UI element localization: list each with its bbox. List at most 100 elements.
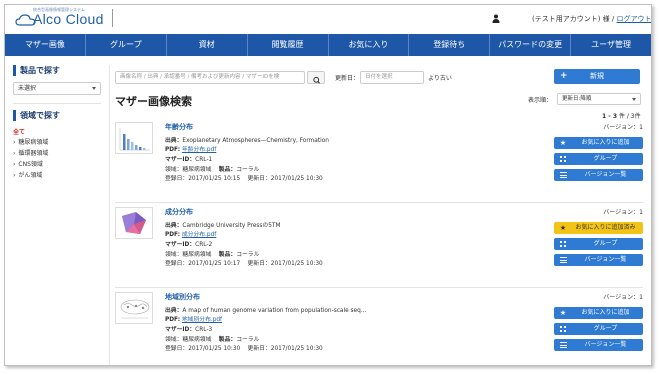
nav-materials[interactable]: 資材 (167, 34, 248, 56)
logout-link[interactable]: ログアウト (617, 15, 651, 23)
product-label: 製品： (218, 337, 237, 343)
list-icon (559, 254, 567, 266)
favorite-added-button[interactable]: ★ お気に入りに追加済み (554, 222, 643, 234)
pdf-link[interactable]: 地域別分布.pdf (182, 317, 222, 323)
add-favorite-button[interactable]: ★ お気に入りに追加 (554, 307, 643, 319)
thumbnail-image[interactable] (115, 207, 153, 239)
nav-mother-images[interactable]: マザー画像 (5, 34, 86, 56)
nav-favorites[interactable]: お気に入り (329, 34, 410, 56)
add-favorite-button[interactable]: ★ お気に入りに追加 (554, 137, 643, 149)
mother-id-label: マザーID： (165, 242, 196, 248)
item-mother-id: マザーID：CRL-2 (165, 241, 212, 250)
field-link-diabetes[interactable]: › 糖尿病領域 (13, 137, 105, 148)
item-dates: 登録日：2017/01/25 10:30 更新日：2017/01/25 10:3… (165, 345, 323, 354)
thumbnail-image[interactable] (115, 292, 153, 324)
version-value: 1 (639, 294, 643, 301)
pdf-label: PDF: (165, 147, 181, 153)
group-button[interactable]: グループ (554, 153, 643, 165)
item-source: 出典：A map of human genome variation from … (165, 307, 367, 316)
pdf-label: PDF: (165, 317, 181, 323)
item-version: バージョン：1 (579, 122, 643, 131)
version-list-button[interactable]: バージョン一覧 (554, 169, 643, 181)
registered-value: 2017/01/25 10:15 (188, 176, 241, 182)
version-value: 1 (639, 124, 643, 131)
field-label: 領域： (165, 167, 183, 173)
3d-surface-thumbnail (116, 208, 152, 238)
item-title-link[interactable]: 成分分布 (165, 207, 193, 217)
nav-history[interactable]: 閲覧履歴 (248, 34, 329, 56)
list-item: 成分分布 出典：Cambridge University Pressの5TM P… (115, 207, 643, 283)
field-value: 糖尿病領域 (182, 167, 212, 173)
item-title-link[interactable]: 地域別分布 (165, 292, 200, 302)
chevron-right-icon: › (13, 172, 16, 179)
item-mother-id: マザーID：CRL-1 (165, 156, 212, 165)
nav-groups[interactable]: グループ (86, 34, 167, 56)
mother-id-value: CRL-2 (195, 242, 213, 248)
sidebar: 製品で探す 未選択 領域で探す 全て › 糖尿病領域 › 循環器領域 › CNS領域 … (13, 65, 105, 365)
field-all-link[interactable]: 全て (13, 128, 105, 137)
user-name: (テスト用アカウント) 様 / (532, 15, 615, 23)
thumbnail-image[interactable] (115, 122, 153, 154)
product-label: 製品： (218, 252, 237, 258)
chevron-down-icon (92, 87, 96, 90)
sort-label: 表示順： (528, 97, 553, 104)
item-mother-id: マザーID：CRL-3 (165, 326, 212, 335)
item-field-product: 領域：糖尿病領域 製品：コーラル (165, 166, 259, 175)
item-pdf: PDF: 成分分布.pdf (165, 231, 216, 240)
item-title-link[interactable]: 年齢分布 (165, 122, 193, 132)
nav-pending[interactable]: 登録待ち (409, 34, 491, 56)
page-title: マザー画像検索 (115, 95, 192, 108)
item-pdf: PDF: 年齢分布.pdf (165, 146, 216, 155)
product-select[interactable]: 未選択 (13, 82, 101, 95)
user-icon (492, 14, 500, 23)
item-source: 出典：Exoplanetary Atmospheres—Chemistry, F… (165, 137, 329, 146)
search-icon (313, 76, 320, 84)
date-filter-suffix: より古い (428, 75, 452, 82)
mother-id-label: マザーID： (165, 157, 196, 163)
bar-chart-thumbnail (116, 123, 152, 153)
versions-label: バージョン一覧 (584, 341, 627, 348)
updated-value: 2017/01/25 10:30 (270, 346, 323, 352)
pdf-link[interactable]: 年齢分布.pdf (182, 147, 216, 153)
grid-icon (559, 238, 567, 250)
main-nav: マザー画像 グループ 資材 閲覧履歴 お気に入り 登録待ち パスワードの変更 ユ… (5, 34, 651, 56)
result-total: 件 / 3件 (618, 113, 641, 120)
group-button[interactable]: グループ (554, 238, 643, 250)
field-link-cardio[interactable]: › 循環器領域 (13, 148, 105, 159)
field-label: 糖尿病領域 (18, 139, 49, 146)
sort-select[interactable]: 更新日:降順 (557, 93, 641, 105)
search-button[interactable] (307, 71, 325, 84)
date-input[interactable]: 日付を選択 (360, 71, 424, 84)
product-select-value: 未選択 (18, 85, 37, 92)
chevron-right-icon: › (13, 150, 16, 157)
version-list-button[interactable]: バージョン一覧 (554, 254, 643, 266)
result-count: 1 - 3 件 / 3件 (602, 111, 641, 120)
field-link-cns[interactable]: › CNS領域 (13, 159, 105, 170)
item-dates: 登録日：2017/01/25 10:15 更新日：2017/01/25 10:3… (165, 175, 323, 184)
nav-password-change[interactable]: パスワードの変更 (490, 34, 572, 56)
mother-id-label: マザーID： (165, 327, 196, 333)
item-field-product: 領域：糖尿病領域 製品：コーラル (165, 251, 259, 260)
nav-user-management[interactable]: ユーザ管理 (571, 34, 651, 56)
pdf-link[interactable]: 成分分布.pdf (182, 232, 216, 238)
version-list-button[interactable]: バージョン一覧 (554, 339, 643, 351)
chevron-down-icon (632, 98, 636, 101)
source-value: Exoplanetary Atmospheres—Chemistry, Form… (182, 138, 329, 144)
list-icon (559, 169, 567, 181)
field-value: 糖尿病領域 (182, 252, 212, 258)
product-value: コーラル (236, 167, 260, 173)
search-input[interactable]: 画像名称 / 出典 / 承認番号 / 備考および更新内容 / マザーIDを検 (115, 71, 305, 84)
item-dates: 登録日：2017/01/25 10:17 更新日：2017/01/25 10:3… (165, 260, 323, 269)
new-button[interactable]: + 新規 (554, 69, 640, 84)
group-label: グループ (593, 240, 618, 247)
group-button[interactable]: グループ (554, 323, 643, 335)
updated-label: 更新日： (247, 346, 271, 352)
versions-label: バージョン一覧 (584, 171, 627, 178)
new-button-label: 新規 (590, 72, 604, 80)
field-filter-title: 領域で探す (13, 110, 105, 121)
field-link-cancer[interactable]: › がん領域 (13, 170, 105, 181)
field-label: CNS領域 (18, 161, 43, 168)
item-version: バージョン：1 (579, 207, 643, 216)
source-value: A map of human genome variation from pop… (182, 308, 367, 314)
product-value: コーラル (236, 337, 260, 343)
